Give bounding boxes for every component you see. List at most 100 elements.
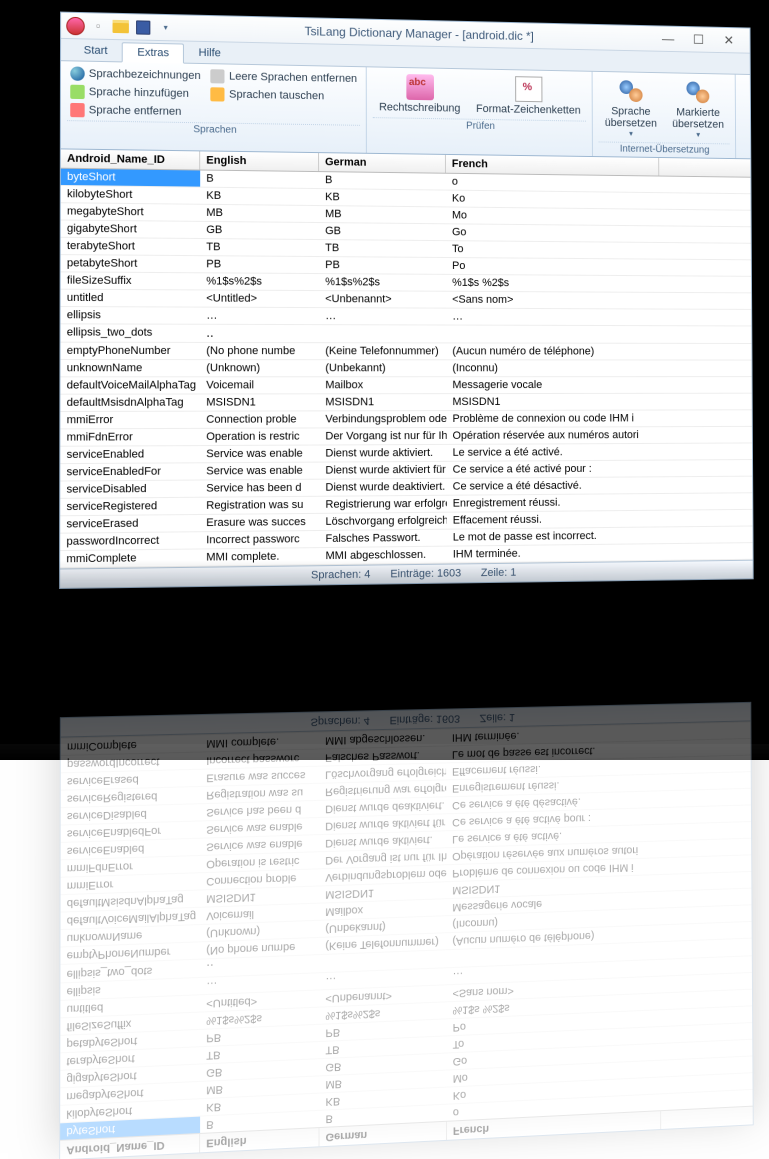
cell[interactable]: <Untitled>: [200, 290, 319, 307]
cell[interactable]: MSISDN1: [319, 394, 446, 410]
markierte-uebersetzen-button[interactable]: Markierte übersetzen ▾: [666, 77, 729, 141]
cell[interactable]: Dienst wurde aktiviert.: [319, 445, 446, 462]
cell[interactable]: MMI abgeschlossen.: [319, 730, 446, 749]
table-row[interactable]: ellipsis………: [61, 307, 752, 326]
cell[interactable]: Po: [446, 258, 660, 275]
cell[interactable]: Incorrect passworc: [200, 531, 319, 548]
cell[interactable]: Falsches Passwort.: [319, 746, 446, 765]
sprache-uebersetzen-button[interactable]: Sprache übersetzen ▾: [599, 76, 663, 141]
cell[interactable]: serviceEnabledFor: [60, 463, 200, 480]
cell[interactable]: unknownName: [60, 360, 200, 376]
cell[interactable]: <Unbenannt>: [319, 291, 446, 308]
qat-dropdown[interactable]: ▾: [155, 17, 175, 38]
cell[interactable]: <Sans nom>: [446, 292, 660, 309]
tab-hilfe[interactable]: Hilfe: [184, 44, 235, 64]
sprache-hinzufuegen-button[interactable]: Sprache hinzufügen: [67, 84, 204, 103]
open-button[interactable]: [110, 16, 131, 37]
cell[interactable]: MB: [319, 206, 446, 223]
cell[interactable]: untitled: [61, 290, 201, 307]
cell[interactable]: byteShort: [61, 169, 200, 187]
cell[interactable]: Mo: [446, 207, 659, 225]
cell[interactable]: ellipsis_two_dots: [61, 324, 201, 342]
cell[interactable]: …: [446, 309, 660, 326]
cell[interactable]: passwordIncorrect: [60, 532, 200, 550]
minimize-button[interactable]: —: [657, 31, 680, 47]
cell[interactable]: defaultMsisdnAlphaTag: [60, 394, 200, 411]
cell[interactable]: megabyteShort: [61, 203, 200, 221]
cell[interactable]: TB: [200, 239, 319, 256]
cell[interactable]: mmiComplete: [61, 735, 200, 755]
new-button[interactable]: ▫: [88, 16, 109, 37]
col-english[interactable]: English: [200, 151, 319, 171]
cell[interactable]: (Unknown): [200, 360, 319, 376]
cell[interactable]: (Unbekannt): [319, 360, 446, 376]
cell[interactable]: mmiComplete: [60, 549, 200, 567]
cell[interactable]: o: [446, 174, 659, 192]
cell[interactable]: Registration was su: [200, 784, 319, 803]
table-row[interactable]: defaultVoiceMailAlphaTagVoicemailMailbox…: [60, 377, 751, 395]
app-icon[interactable]: [65, 15, 86, 36]
table-row[interactable]: ellipsis_two_dots‥: [61, 324, 752, 344]
cell[interactable]: [319, 325, 446, 342]
cell[interactable]: Registrierung war erfolgreich.: [319, 496, 446, 513]
cell[interactable]: KB: [200, 188, 319, 205]
cell[interactable]: Löschvorgang erfolgreich.: [319, 513, 446, 530]
cell[interactable]: mmiFdnError: [60, 429, 200, 446]
tab-start[interactable]: Start: [69, 41, 122, 61]
cell[interactable]: Le mot de passe est incorrect.: [447, 527, 661, 545]
cell[interactable]: terabyteShort: [61, 238, 200, 255]
cell[interactable]: PB: [319, 257, 446, 274]
cell[interactable]: Opération réservée aux numéros autori: [447, 427, 661, 444]
cell[interactable]: Enregistrement réussi.: [447, 494, 661, 512]
cell[interactable]: Service was enable: [200, 463, 319, 480]
cell[interactable]: To: [446, 241, 659, 258]
cell[interactable]: serviceEnabled: [60, 446, 200, 463]
cell[interactable]: Der Vorgang ist nur für Ihre zugela: [319, 428, 446, 445]
cell[interactable]: Mailbox: [319, 377, 446, 393]
cell[interactable]: MSISDN1: [200, 394, 319, 410]
cell[interactable]: IHM terminée.: [447, 544, 661, 562]
cell[interactable]: (Aucun numéro de téléphone): [446, 343, 660, 359]
col-id[interactable]: Android_Name_ID: [61, 149, 200, 169]
cell[interactable]: Go: [446, 224, 659, 242]
cell[interactable]: Messagerie vocale: [446, 377, 660, 393]
cell[interactable]: Service has been d: [200, 480, 319, 497]
cell[interactable]: (Inconnu): [446, 360, 660, 376]
cell[interactable]: serviceDisabled: [60, 481, 200, 498]
cell[interactable]: …: [319, 308, 446, 324]
cell[interactable]: Verbindungsproblem oder ungülti: [319, 411, 446, 427]
format-zeichenketten-button[interactable]: Format-Zeichenketten: [470, 73, 586, 118]
cell[interactable]: PB: [200, 256, 319, 273]
cell[interactable]: ‥: [200, 325, 319, 342]
cell[interactable]: MMI complete.: [200, 548, 319, 566]
col-german[interactable]: German: [319, 153, 446, 173]
cell[interactable]: Le service a été activé.: [447, 444, 661, 461]
cell[interactable]: TB: [319, 240, 446, 257]
cell[interactable]: Connection proble: [200, 411, 319, 427]
cell[interactable]: kilobyteShort: [61, 186, 200, 204]
cell[interactable]: Operation is restric: [200, 428, 319, 445]
cell[interactable]: MSISDN1: [447, 394, 661, 410]
sprache-entfernen-button[interactable]: Sprache entfernen: [67, 102, 204, 120]
cell[interactable]: Erasure was succes: [200, 514, 319, 531]
col-french[interactable]: French: [446, 155, 659, 176]
cell[interactable]: Registration was su: [200, 497, 319, 514]
cell[interactable]: Dienst wurde deaktiviert.: [319, 479, 446, 496]
cell[interactable]: Ce service a été activé pour :: [447, 461, 661, 478]
cell[interactable]: Löschvorgang erfolgreich.: [319, 763, 446, 782]
cell[interactable]: %1$s%2$s: [319, 274, 446, 291]
cell[interactable]: fileSizeSuffix: [61, 272, 201, 289]
cell[interactable]: petabyteShort: [61, 255, 200, 272]
cell[interactable]: GB: [200, 222, 319, 239]
cell[interactable]: B: [200, 171, 319, 189]
cell[interactable]: ellipsis: [61, 307, 201, 324]
sprachen-tauschen-button[interactable]: Sprachen tauschen: [208, 86, 360, 105]
cell[interactable]: MMI complete.: [200, 733, 319, 752]
save-button[interactable]: [133, 17, 153, 38]
cell[interactable]: GB: [319, 223, 446, 240]
sprachbezeichnungen-button[interactable]: Sprachbezeichnungen: [67, 65, 204, 84]
cell[interactable]: %1$s%2$s: [200, 273, 319, 290]
cell[interactable]: [446, 326, 660, 343]
cell[interactable]: Erasure was succes: [200, 767, 319, 786]
cell[interactable]: (Keine Telefonnummer): [319, 343, 446, 359]
